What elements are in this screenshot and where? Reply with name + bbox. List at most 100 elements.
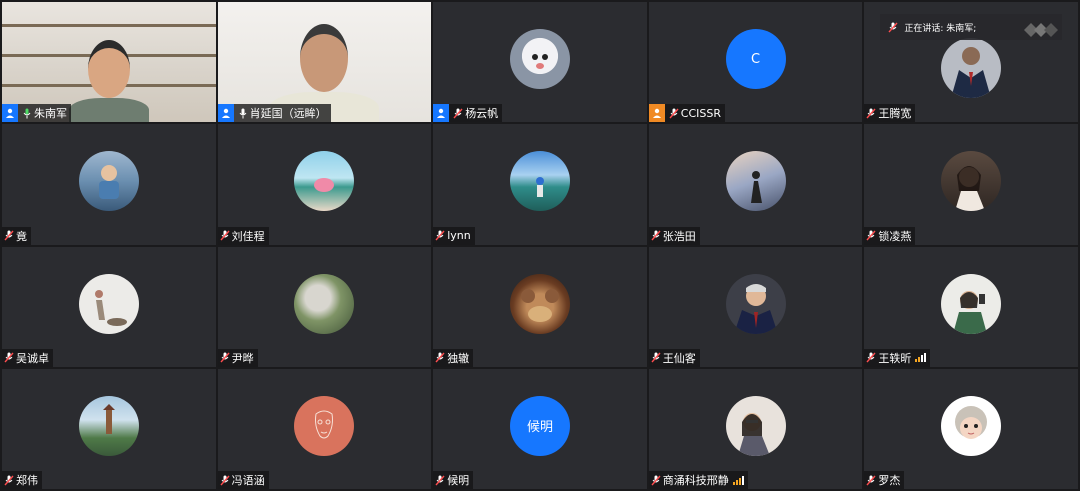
participant-tile[interactable]: 罗杰 bbox=[864, 368, 1078, 489]
participant-name: 锁凌燕 bbox=[878, 229, 912, 243]
participant-name-bar: 竟 bbox=[2, 226, 31, 245]
walking-photo-icon bbox=[78, 273, 139, 334]
participant-name-bar: 商涌科技邢静 bbox=[648, 471, 748, 489]
microphone-muted-icon bbox=[220, 352, 230, 364]
microphone-on-icon bbox=[22, 107, 32, 119]
participant-name: lynn bbox=[447, 229, 471, 242]
participant-name-bar: 杨云帆 bbox=[433, 104, 503, 123]
participant-name: CCISSR bbox=[680, 106, 722, 120]
participant-name-bar: 王仙客 bbox=[648, 348, 700, 367]
microphone-on-icon bbox=[238, 107, 248, 119]
participant-name-bar: CCISSR bbox=[648, 104, 726, 123]
participant-name: 王腾宽 bbox=[878, 107, 912, 121]
bears-photo-icon bbox=[509, 273, 570, 334]
participant-tile[interactable]: 肖延国（远眸） bbox=[217, 2, 432, 123]
background-shelf bbox=[2, 24, 216, 27]
microphone-muted-icon bbox=[4, 230, 14, 242]
participant-tile[interactable]: lynn bbox=[433, 124, 647, 245]
participant-tile[interactable]: 尹晔 bbox=[217, 246, 432, 367]
participant-tile[interactable]: 杨云帆 bbox=[433, 2, 647, 123]
microphone-muted-icon bbox=[651, 352, 661, 364]
toy-photo-icon bbox=[509, 29, 570, 90]
participant-tile[interactable]: 商涌科技邢静 bbox=[648, 368, 863, 489]
participant-name: 吴诚卓 bbox=[16, 351, 49, 365]
participant-name: 朱南军 bbox=[34, 107, 67, 121]
participant-video-person bbox=[68, 40, 149, 123]
letter-avatar: C bbox=[725, 29, 786, 90]
participant-tile[interactable]: 王仙客 bbox=[648, 246, 863, 367]
microphone-muted-icon bbox=[220, 230, 230, 242]
microphone-muted-icon bbox=[4, 352, 14, 364]
microphone-muted-icon bbox=[866, 352, 876, 364]
participant-name-bar: 候明 bbox=[433, 471, 474, 489]
participant-name-bar: 王腾宽 bbox=[864, 104, 916, 123]
participant-name-bar: 独辙 bbox=[433, 348, 474, 367]
microphone-muted-icon bbox=[866, 107, 876, 119]
participant-name-bar: 尹晔 bbox=[217, 348, 258, 367]
lake-person-photo-icon bbox=[509, 151, 570, 212]
participant-tile[interactable]: 竟 bbox=[2, 124, 216, 245]
speaking-banner-text: 正在讲话: 朱南军; bbox=[904, 23, 977, 34]
text-avatar: 候明 bbox=[509, 395, 570, 456]
participant-tile[interactable]: C CCISSR bbox=[648, 2, 863, 123]
participant-name: 郑伟 bbox=[16, 474, 38, 487]
pagoda-photo-icon bbox=[78, 395, 139, 456]
microphone-muted-icon bbox=[866, 230, 876, 242]
suit-photo-icon bbox=[941, 38, 1002, 99]
host-user-icon bbox=[217, 104, 234, 123]
microphone-muted-icon bbox=[435, 230, 445, 242]
participant-name-bar: 张浩田 bbox=[648, 226, 700, 245]
participant-name-bar: 吴诚卓 bbox=[2, 348, 53, 367]
participant-name: 张浩田 bbox=[662, 229, 696, 243]
participant-name: 肖延国（远眸） bbox=[249, 107, 327, 121]
host-user-icon bbox=[433, 104, 450, 123]
participant-name-bar: 王轶昕 bbox=[864, 348, 931, 367]
man-suit-photo-icon bbox=[725, 273, 786, 334]
participant-tile[interactable]: 独辙 bbox=[433, 246, 647, 367]
participant-tile[interactable]: 朱南军 bbox=[2, 2, 216, 123]
microphone-muted-icon bbox=[435, 474, 445, 486]
network-signal-icon bbox=[915, 353, 927, 363]
speaking-mic-icon bbox=[888, 22, 898, 33]
participant-tile[interactable]: 张浩田 bbox=[648, 124, 863, 245]
participant-name-bar: 锁凌燕 bbox=[864, 226, 916, 245]
woman-photo-icon bbox=[941, 151, 1002, 212]
microphone-muted-icon bbox=[651, 230, 661, 242]
microphone-muted-icon bbox=[453, 107, 463, 119]
participant-name-bar: 肖延国（远眸） bbox=[217, 104, 331, 123]
participant-tile[interactable]: 冯语涵 bbox=[217, 368, 432, 489]
participant-name: 竟 bbox=[16, 229, 27, 243]
participant-tile[interactable]: 候明 候明 bbox=[433, 368, 647, 489]
lake-photo-icon bbox=[294, 151, 355, 212]
participant-name-bar: 郑伟 bbox=[2, 471, 42, 489]
microphone-muted-icon bbox=[435, 352, 445, 364]
participant-name: 杨云帆 bbox=[465, 107, 499, 121]
participant-name: 冯语涵 bbox=[231, 474, 265, 487]
host-user-icon bbox=[2, 104, 18, 123]
participant-name: 王轶昕 bbox=[878, 351, 912, 365]
app-logo-watermark-icon bbox=[1024, 22, 1058, 41]
selfie-photo-icon bbox=[941, 273, 1002, 334]
sketch-photo-icon bbox=[294, 395, 355, 456]
participant-name-bar: 朱南军 bbox=[2, 104, 71, 123]
participant-tile[interactable]: 吴诚卓 bbox=[2, 246, 216, 367]
child-photo-icon bbox=[78, 151, 139, 212]
microphone-muted-icon bbox=[669, 107, 679, 119]
participant-name: 商涌科技邢静 bbox=[662, 474, 729, 487]
participant-grid: 朱南军 肖延国（远眸） 杨云帆 C CCISSR 正在讲话: 朱南军; 王腾宽 … bbox=[0, 0, 1080, 491]
microphone-muted-icon bbox=[866, 474, 876, 486]
network-signal-icon bbox=[732, 475, 744, 485]
participant-tile[interactable]: 王轶昕 bbox=[864, 246, 1078, 367]
participant-name-bar: lynn bbox=[433, 226, 475, 245]
participant-name-bar: 刘佳程 bbox=[217, 226, 269, 245]
participant-name: 王仙客 bbox=[662, 351, 696, 365]
cartoon-grandma-photo-icon bbox=[941, 395, 1002, 456]
participant-tile[interactable]: 锁凌燕 bbox=[864, 124, 1078, 245]
participant-name: 罗杰 bbox=[878, 474, 901, 487]
landscape-photo-icon bbox=[294, 273, 355, 334]
participant-name-bar: 冯语涵 bbox=[217, 471, 269, 489]
participant-tile[interactable]: 郑伟 bbox=[2, 368, 216, 489]
participant-tile[interactable]: 正在讲话: 朱南军; 王腾宽 bbox=[864, 2, 1078, 123]
participant-tile[interactable]: 刘佳程 bbox=[217, 124, 432, 245]
woman-glasses-photo-icon bbox=[725, 395, 786, 456]
